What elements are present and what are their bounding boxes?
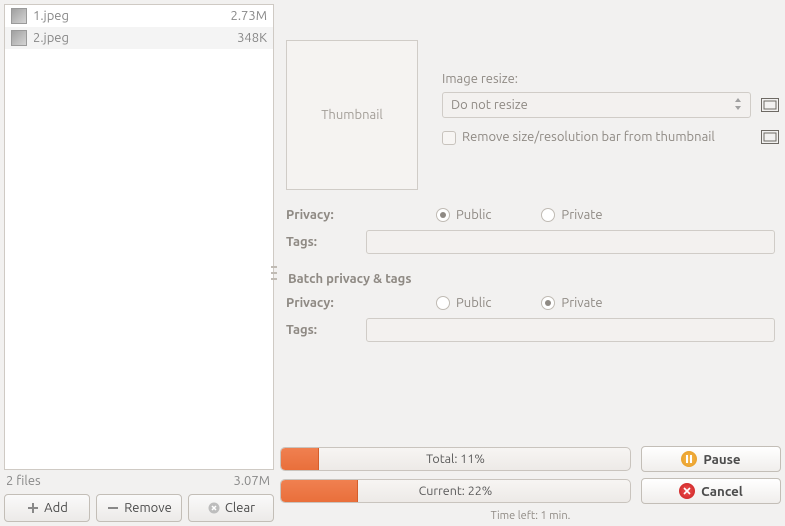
total-progress-label: Total: 11%: [281, 448, 630, 470]
remove-button[interactable]: Remove: [96, 494, 182, 522]
file-size: 348K: [237, 31, 267, 45]
add-label: Add: [44, 501, 68, 515]
file-name: 1.jpeg: [33, 9, 225, 23]
clear-label: Clear: [225, 501, 255, 515]
file-row[interactable]: 2.jpeg 348K: [5, 27, 273, 49]
privacy-private-radio[interactable]: [541, 208, 555, 222]
plus-icon: [26, 501, 40, 515]
current-progress: Current: 22%: [280, 479, 631, 503]
file-name: 2.jpeg: [33, 31, 231, 45]
remove-bar-checkbox[interactable]: [442, 131, 456, 145]
image-resize-label: Image resize:: [442, 72, 781, 86]
batch-privacy-private-radio[interactable]: [541, 296, 555, 310]
batch-tags-input[interactable]: [366, 318, 775, 342]
batch-privacy-label: Privacy:: [286, 296, 356, 310]
privacy-private-label: Private: [561, 208, 602, 222]
cancel-label: Cancel: [701, 484, 743, 499]
file-row[interactable]: 1.jpeg 2.73M: [5, 5, 273, 27]
clear-icon: [207, 501, 221, 515]
batch-section-title: Batch privacy & tags: [280, 258, 781, 292]
resize-settings-icon[interactable]: [759, 94, 781, 116]
batch-privacy-public-label: Public: [456, 296, 491, 310]
batch-tags-label: Tags:: [286, 323, 356, 337]
tags-input[interactable]: [366, 230, 775, 254]
tags-label: Tags:: [286, 235, 356, 249]
current-progress-label: Current: 22%: [281, 480, 630, 502]
file-list[interactable]: 1.jpeg 2.73M 2.jpeg 348K: [4, 4, 274, 470]
pause-label: Pause: [703, 452, 740, 467]
image-resize-value: Do not resize: [451, 98, 528, 112]
total-progress: Total: 11%: [280, 447, 631, 471]
time-left: Time left: 1 min.: [280, 510, 781, 522]
pane-resize-handle[interactable]: [271, 264, 277, 282]
updown-icon: [734, 98, 742, 113]
file-size: 2.73M: [231, 9, 268, 23]
privacy-public-label: Public: [456, 208, 491, 222]
file-count: 2 files: [6, 474, 41, 488]
thumbnail-preview: Thumbnail: [286, 40, 418, 190]
add-button[interactable]: Add: [4, 494, 90, 522]
total-size: 3.07M: [234, 474, 271, 488]
clear-button[interactable]: Clear: [188, 494, 274, 522]
privacy-public-radio[interactable]: [436, 208, 450, 222]
image-resize-select[interactable]: Do not resize: [442, 92, 751, 118]
minus-icon: [106, 501, 120, 515]
cancel-icon: [679, 483, 695, 499]
cancel-button[interactable]: Cancel: [641, 478, 781, 504]
remove-label: Remove: [124, 501, 172, 515]
pause-button[interactable]: Pause: [641, 446, 781, 472]
batch-privacy-private-label: Private: [561, 296, 602, 310]
thumbnail-placeholder-text: Thumbnail: [321, 108, 383, 122]
file-thumb-icon: [11, 30, 27, 46]
remove-bar-label: Remove size/resolution bar from thumbnai…: [462, 129, 751, 146]
file-thumb-icon: [11, 8, 27, 24]
pause-icon: [681, 451, 697, 467]
privacy-label: Privacy:: [286, 208, 356, 222]
batch-privacy-public-radio[interactable]: [436, 296, 450, 310]
thumbnail-settings-icon[interactable]: [759, 126, 781, 148]
